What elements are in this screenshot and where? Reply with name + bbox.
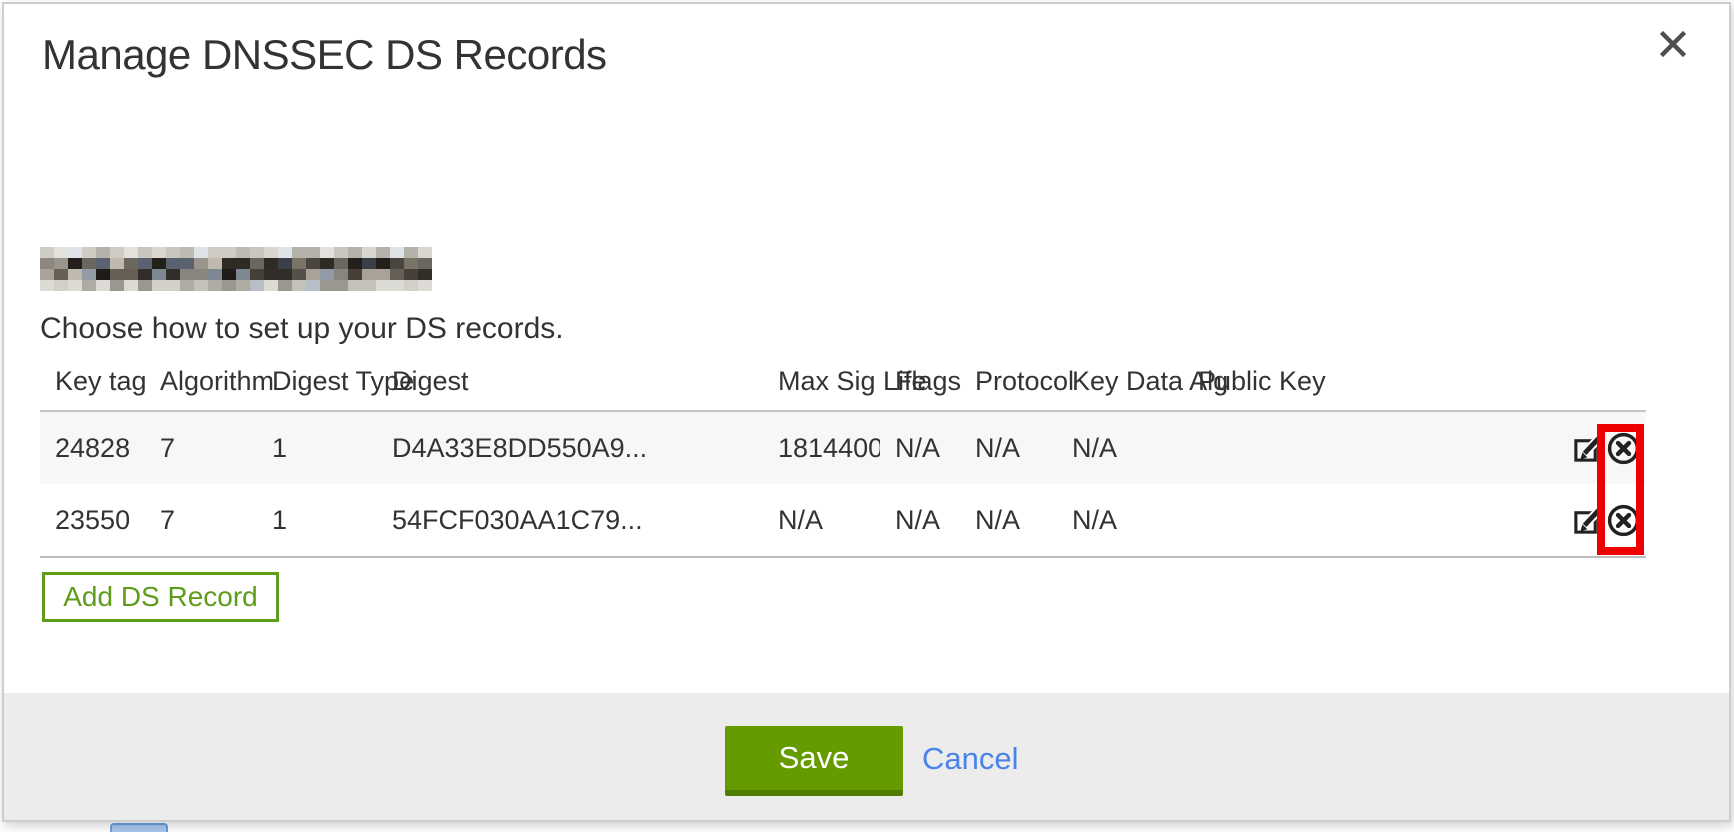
edit-icon (1572, 505, 1603, 536)
add-ds-record-button[interactable]: Add DS Record (42, 572, 279, 622)
table-row: 23550 7 1 54FCF030AA1C79... N/A N/A N/A … (40, 484, 1646, 556)
col-header-digest: Digest (377, 366, 763, 397)
modal-title: Manage DNSSEC DS Records (42, 31, 607, 79)
cell-key-data-alg: N/A (1057, 433, 1183, 464)
ds-records-table: Key tag Algorithm Digest Type Digest Max… (40, 366, 1646, 558)
cell-digest: 54FCF030AA1C79... (377, 505, 763, 536)
delete-record-button[interactable] (1606, 431, 1641, 466)
edit-icon (1572, 433, 1603, 464)
cell-max-sig-life: N/A (763, 505, 880, 536)
delete-icon (1606, 503, 1641, 538)
table-header-row: Key tag Algorithm Digest Type Digest Max… (40, 366, 1646, 410)
col-header-protocol: Protocol (960, 366, 1057, 397)
redacted-domain-name (40, 247, 432, 291)
cell-digest-type: 1 (257, 505, 377, 536)
close-x-glyph (1658, 29, 1688, 59)
underlying-page-fragment (110, 823, 168, 832)
cell-flags: N/A (880, 505, 960, 536)
edit-record-button[interactable] (1572, 505, 1603, 536)
cell-digest-type: 1 (257, 433, 377, 464)
col-header-public-key: Public Key (1183, 366, 1555, 397)
cell-key-tag: 23550 (40, 505, 145, 536)
delete-icon (1606, 431, 1641, 466)
row-actions (1555, 431, 1646, 466)
cell-key-data-alg: N/A (1057, 505, 1183, 536)
cell-max-sig-life: 1814400 (763, 433, 880, 464)
col-header-flags: Flags (880, 366, 960, 397)
cell-flags: N/A (880, 433, 960, 464)
cell-algorithm: 7 (145, 433, 257, 464)
cell-protocol: N/A (960, 433, 1057, 464)
col-header-algorithm: Algorithm (145, 366, 257, 397)
delete-record-button[interactable] (1606, 503, 1641, 538)
cell-protocol: N/A (960, 505, 1057, 536)
save-button[interactable]: Save (725, 726, 903, 796)
cell-digest: D4A33E8DD550A9... (377, 433, 763, 464)
col-header-max-sig-life: Max Sig Life (763, 366, 880, 397)
cell-key-tag: 24828 (40, 433, 145, 464)
col-header-digest-type: Digest Type (257, 366, 377, 397)
close-icon[interactable] (1656, 28, 1690, 62)
col-header-key-data-alg: Key Data Alg (1057, 366, 1183, 397)
table-body: 24828 7 1 D4A33E8DD550A9... 1814400 N/A … (40, 410, 1646, 558)
table-row: 24828 7 1 D4A33E8DD550A9... 1814400 N/A … (40, 412, 1646, 484)
cell-algorithm: 7 (145, 505, 257, 536)
cancel-link[interactable]: Cancel (922, 741, 1019, 777)
manage-dnssec-modal: Manage DNSSEC DS Records Choose how to s… (2, 2, 1731, 822)
edit-record-button[interactable] (1572, 433, 1603, 464)
setup-instruction-text: Choose how to set up your DS records. (40, 312, 564, 346)
row-actions (1555, 503, 1646, 538)
col-header-key-tag: Key tag (40, 366, 145, 397)
